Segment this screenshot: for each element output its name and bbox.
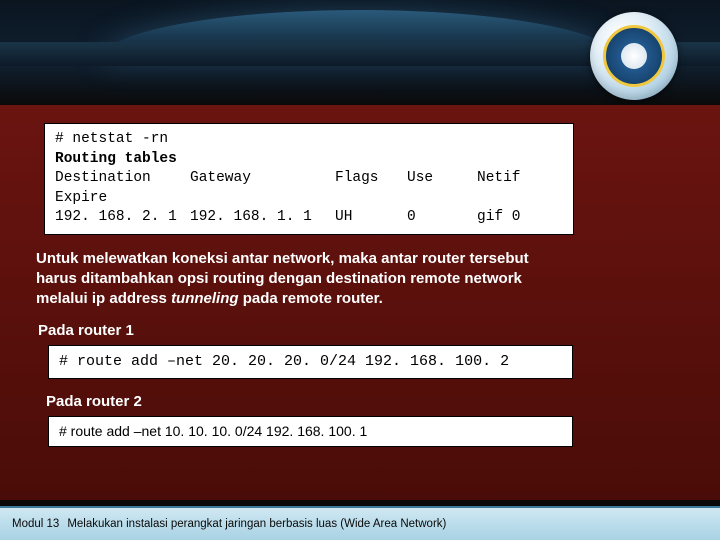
label-router-1: Pada router 1 bbox=[38, 322, 694, 339]
label-router-2: Pada router 2 bbox=[46, 393, 694, 410]
terminal-line: # route add –net 10. 10. 10. 0/24 192. 1… bbox=[59, 423, 367, 439]
footer-module: Modul 13 bbox=[12, 518, 59, 530]
cell-gateway: 192. 168. 1. 1 bbox=[190, 208, 335, 228]
logo-center bbox=[621, 43, 647, 69]
terminal-route-add-2: # route add –net 10. 10. 10. 0/24 192. 1… bbox=[48, 416, 573, 447]
logo-inner bbox=[603, 25, 665, 87]
col-destination: Destination bbox=[55, 169, 190, 189]
cell-flags: UH bbox=[335, 208, 407, 228]
explanation-paragraph: Untuk melewatkan koneksi antar network, … bbox=[36, 249, 684, 310]
terminal-data-row: 192. 168. 2. 1 192. 168. 1. 1 UH 0 gif 0 bbox=[55, 208, 563, 228]
cell-netif: gif 0 bbox=[477, 208, 563, 228]
col-use: Use bbox=[407, 169, 477, 189]
footer-title: Melakukan instalasi perangkat jaringan b… bbox=[67, 518, 446, 530]
terminal-line: Expire bbox=[55, 189, 563, 209]
col-netif: Netif bbox=[477, 169, 563, 189]
para-emph: tunneling bbox=[171, 290, 239, 307]
col-flags: Flags bbox=[335, 169, 407, 189]
para-line: pada remote router. bbox=[239, 290, 383, 307]
cell-use: 0 bbox=[407, 208, 477, 228]
terminal-line: Routing tables bbox=[55, 150, 563, 170]
logo-badge bbox=[590, 12, 678, 100]
para-line: harus ditambahkan opsi routing dengan de… bbox=[36, 270, 522, 287]
terminal-line: # netstat -rn bbox=[55, 130, 563, 150]
terminal-route-add-1: # route add –net 20. 20. 20. 0/24 192. 1… bbox=[48, 345, 573, 379]
para-line: Untuk melewatkan koneksi antar network, … bbox=[36, 250, 529, 267]
slide-header bbox=[0, 0, 720, 105]
cell-destination: 192. 168. 2. 1 bbox=[55, 208, 190, 228]
col-gateway: Gateway bbox=[190, 169, 335, 189]
slide-footer: Modul 13 Melakukan instalasi perangkat j… bbox=[0, 506, 720, 540]
terminal-output-netstat: # netstat -rn Routing tables Destination… bbox=[44, 123, 574, 235]
para-line: melalui ip address bbox=[36, 290, 171, 307]
terminal-line: # route add –net 20. 20. 20. 0/24 192. 1… bbox=[59, 353, 509, 370]
slide-content: # netstat -rn Routing tables Destination… bbox=[0, 105, 720, 500]
terminal-header-row: Destination Gateway Flags Use Netif bbox=[55, 169, 563, 189]
